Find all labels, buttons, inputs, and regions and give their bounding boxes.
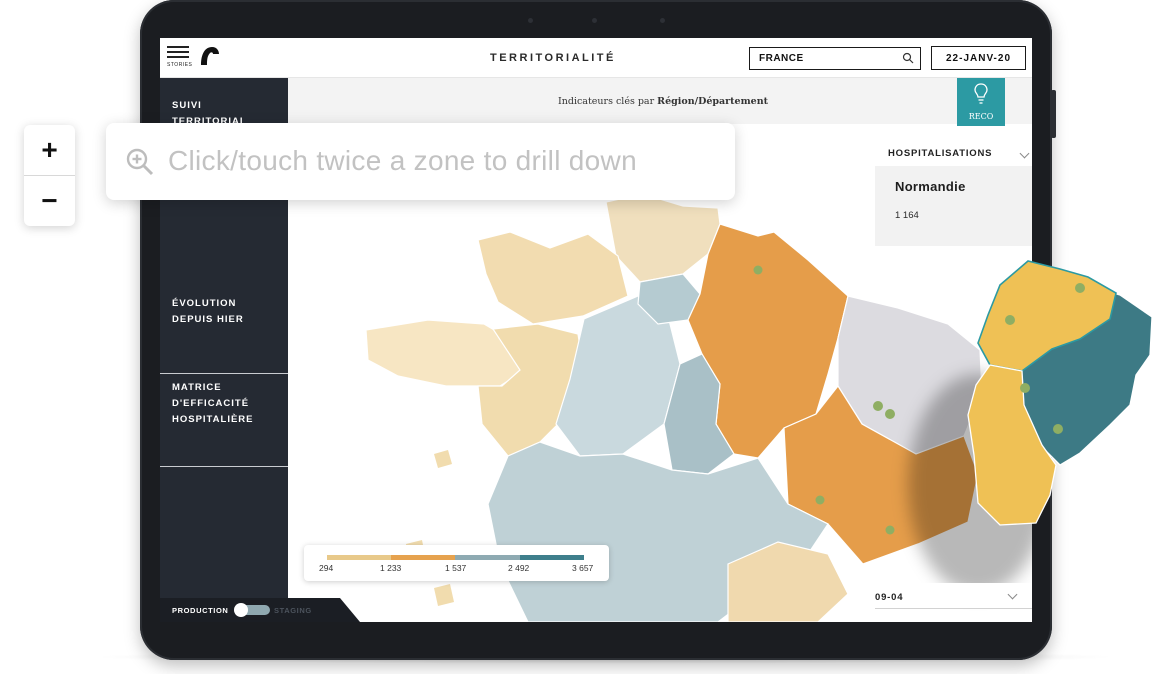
period-select[interactable]: 09-04	[875, 583, 1032, 609]
camera-dot	[592, 18, 597, 23]
island	[434, 584, 454, 606]
legend-swatch	[327, 555, 391, 560]
page-title: TERRITORIALITÉ	[490, 52, 616, 64]
environment-toggle[interactable]: PRODUCTION STAGING	[160, 598, 360, 622]
island	[434, 450, 452, 468]
sidebar-item-label: ÉVOLUTION	[172, 298, 237, 309]
indicator-text: Indicateurs clés par Région/Département	[558, 96, 768, 107]
sidebar-item-label: HOSPITALIÈRE	[172, 414, 254, 425]
period-label: 09-04	[875, 592, 904, 603]
zoom-out-button[interactable]: −	[24, 176, 75, 226]
search-value: FRANCE	[759, 53, 804, 64]
camera-dot	[528, 18, 533, 23]
drilldown-hint: Click/touch twice a zone to drill down	[106, 123, 735, 200]
metric-select[interactable]: HOSPITALISATIONS	[888, 144, 1032, 166]
map-marker[interactable]	[1020, 383, 1030, 393]
region-hauts-de-france[interactable]	[605, 193, 721, 283]
legend-tick: 294	[319, 563, 334, 573]
side-button	[1051, 90, 1056, 138]
zoom-controls: + −	[24, 125, 75, 226]
legend-tick: 1 233	[380, 563, 402, 573]
region-value: 1 164	[895, 210, 919, 221]
toggle-knob[interactable]	[234, 603, 248, 617]
date-picker[interactable]: 22-JANV-20	[931, 46, 1026, 70]
lightbulb-icon	[974, 83, 988, 104]
legend-swatch	[391, 555, 455, 560]
legend-swatch	[520, 555, 584, 560]
map-marker[interactable]	[753, 265, 763, 275]
legend-tick: 2 492	[508, 563, 530, 573]
indicator-prefix: Indicateurs clés par	[558, 96, 655, 107]
zoom-in-button[interactable]: +	[24, 125, 75, 175]
logo-icon	[201, 47, 219, 65]
hint-text: Click/touch twice a zone to drill down	[168, 145, 637, 176]
metric-label: HOSPITALISATIONS	[888, 148, 993, 159]
map-marker[interactable]	[885, 525, 895, 535]
map-marker[interactable]	[873, 401, 883, 411]
zoom-in-icon	[126, 148, 154, 176]
search-icon[interactable]	[902, 52, 914, 64]
legend-swatch	[455, 555, 520, 560]
staging-label: STAGING	[274, 606, 312, 615]
map-legend: 294 1 233 1 537 2 492 3 657	[304, 545, 609, 581]
indicator-level: Région/Département	[657, 96, 768, 107]
production-label: PRODUCTION	[172, 606, 229, 615]
chevron-down-icon	[1007, 589, 1018, 600]
sidebar-item-label: D'EFFICACITÉ	[172, 398, 250, 409]
reco-button[interactable]: RECO	[957, 78, 1005, 126]
region-name: Normandie	[895, 179, 966, 194]
legend-tick: 3 657	[572, 563, 594, 573]
sidebar-item-evolution[interactable]: ÉVOLUTION DEPUIS HIER	[160, 296, 288, 374]
menu-icon[interactable]	[167, 46, 189, 62]
map-marker[interactable]	[1005, 315, 1015, 325]
map-marker[interactable]	[1053, 424, 1063, 434]
search-input[interactable]: FRANCE	[749, 47, 921, 70]
legend-tick: 1 537	[445, 563, 467, 573]
drilldown-region[interactable]	[960, 255, 1154, 545]
sidebar-item-matrice[interactable]: MATRICE D'EFFICACITÉ HOSPITALIÈRE	[160, 374, 288, 467]
legend-color-scale	[327, 555, 584, 560]
map-marker[interactable]	[1075, 283, 1085, 293]
sidebar-item-label: SUIVI	[172, 100, 202, 111]
sidebar-item-label: DEPUIS HIER	[172, 314, 244, 325]
indicator-header: Indicateurs clés par Région/Département	[288, 78, 1032, 124]
stories-label: STORIES	[167, 62, 193, 68]
map-marker[interactable]	[815, 495, 825, 505]
top-bar: STORIES TERRITORIALITÉ FRANCE 22-JANV-20	[160, 38, 1032, 78]
sidebar-item-label: MATRICE	[172, 382, 222, 393]
chevron-down-icon	[1019, 148, 1030, 159]
date-value: 22-JANV-20	[945, 53, 1012, 64]
reco-label: RECO	[968, 112, 994, 121]
map-marker[interactable]	[885, 409, 895, 419]
camera-dot	[660, 18, 665, 23]
region-info-card: Normandie 1 164	[875, 166, 1032, 246]
